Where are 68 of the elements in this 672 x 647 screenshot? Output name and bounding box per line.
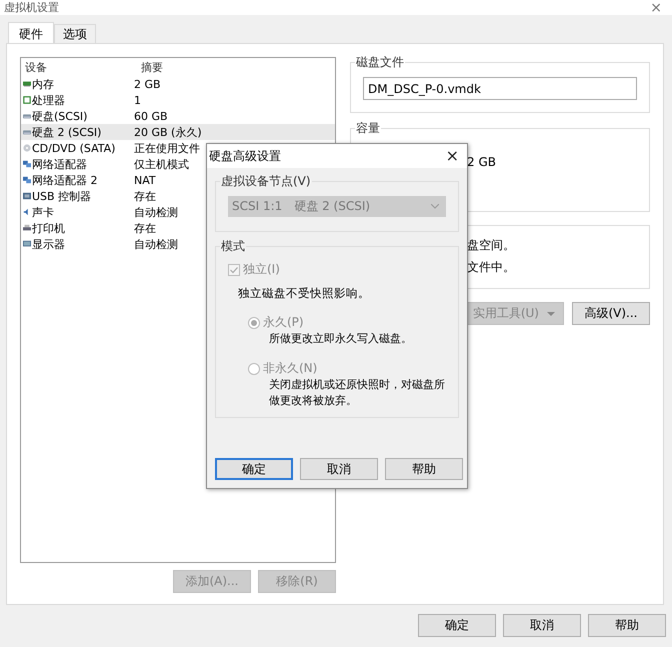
speaker-icon — [23, 208, 31, 216]
button[interactable]: 确定 — [215, 458, 293, 480]
disc-icon — [23, 144, 31, 152]
device-name: 声卡 — [32, 204, 54, 220]
usb-icon — [23, 192, 31, 200]
group-title: 容量 — [355, 121, 381, 135]
device-name: 打印机 — [32, 220, 65, 236]
group-title: 虚拟设备节点(V) — [220, 174, 312, 188]
device-summary: 仅主机模式 — [134, 156, 189, 172]
device-row[interactable]: 内存 2 GB — [21, 76, 335, 92]
device-row[interactable]: 打印机 存在 — [21, 220, 335, 236]
button[interactable]: 确定 — [418, 614, 496, 637]
group-title: 磁盘文件 — [355, 55, 405, 69]
device-summary: 存在 — [134, 220, 156, 236]
button[interactable]: 取消 — [300, 458, 378, 480]
file-field[interactable]: DM_DSC_P-0.vmdk — [363, 77, 637, 100]
device-summary: 60 GB — [134, 110, 168, 122]
device-name: 网络适配器 — [32, 156, 87, 172]
device-row[interactable]: 硬盘 2 (SCSI) 20 GB (永久) — [21, 124, 335, 140]
device-name: 内存 — [32, 76, 54, 92]
column-header: 设备 — [24, 60, 48, 75]
device-name: USB 控制器 — [32, 188, 92, 204]
device-summary: 1 — [134, 94, 141, 106]
option-description: 所做更改立即永久写入磁盘。 — [269, 331, 413, 347]
note-text: 独立磁盘不受快照影响。 — [238, 286, 371, 301]
device-summary: 正在使用文件 — [134, 140, 200, 156]
button[interactable]: 帮助 — [385, 458, 463, 480]
hard-drive-icon — [23, 112, 31, 120]
device-name: 显示器 — [32, 236, 65, 252]
tab[interactable]: 选项 — [54, 24, 96, 43]
checkbox-label: 独立(I) — [243, 261, 280, 278]
device-name: 网络适配器 2 — [32, 172, 98, 188]
chip-icon — [23, 96, 31, 104]
device-name: 处理器 — [32, 92, 65, 108]
tab[interactable]: 硬件 — [8, 22, 54, 43]
device-summary: 自动检测 — [134, 204, 178, 220]
network-icon — [23, 176, 31, 184]
window-title: 虚拟机设置 — [4, 0, 59, 15]
printer-icon — [23, 224, 31, 232]
button[interactable]: 高级(V)... — [572, 302, 650, 325]
info-text: 文件中。 — [467, 260, 516, 274]
memory-chip-icon — [23, 80, 31, 88]
device-summary: 自动检测 — [134, 236, 178, 252]
network-icon — [23, 160, 31, 168]
hard-drive-icon — [23, 128, 31, 136]
info-text: 盘空间。 — [467, 238, 516, 252]
device-summary: 存在 — [134, 188, 156, 204]
monitor-icon — [23, 240, 31, 248]
device-name: 硬盘 2 (SCSI) — [32, 124, 102, 140]
group-title: 模式 — [220, 239, 246, 253]
close-button[interactable]: × — [446, 148, 459, 164]
device-row[interactable]: 处理器 1 — [21, 92, 335, 108]
device-name: CD/DVD (SATA) — [32, 142, 116, 154]
radio-label: 永久(P) — [263, 314, 304, 331]
button[interactable]: 取消 — [503, 614, 581, 637]
capacity-text: 2 GB — [467, 155, 496, 169]
device-name: 硬盘(SCSI) — [32, 108, 88, 124]
device-summary: NAT — [134, 174, 156, 186]
button[interactable]: 帮助 — [588, 614, 666, 637]
radio-label: 非永久(N) — [263, 360, 318, 377]
close-button[interactable]: × — [650, 0, 662, 14]
dialog-title: 硬盘高级设置 — [209, 148, 281, 164]
device-summary: 20 GB (永久) — [134, 124, 202, 140]
device-row[interactable]: 硬盘(SCSI) 60 GB — [21, 108, 335, 124]
option-description: 关闭虚拟机或还原快照时，对磁盘所做更改将被放弃。 — [269, 377, 446, 409]
chevron-icon — [431, 204, 439, 209]
column-header: 摘要 — [140, 60, 164, 75]
device-summary: 2 GB — [134, 78, 161, 90]
